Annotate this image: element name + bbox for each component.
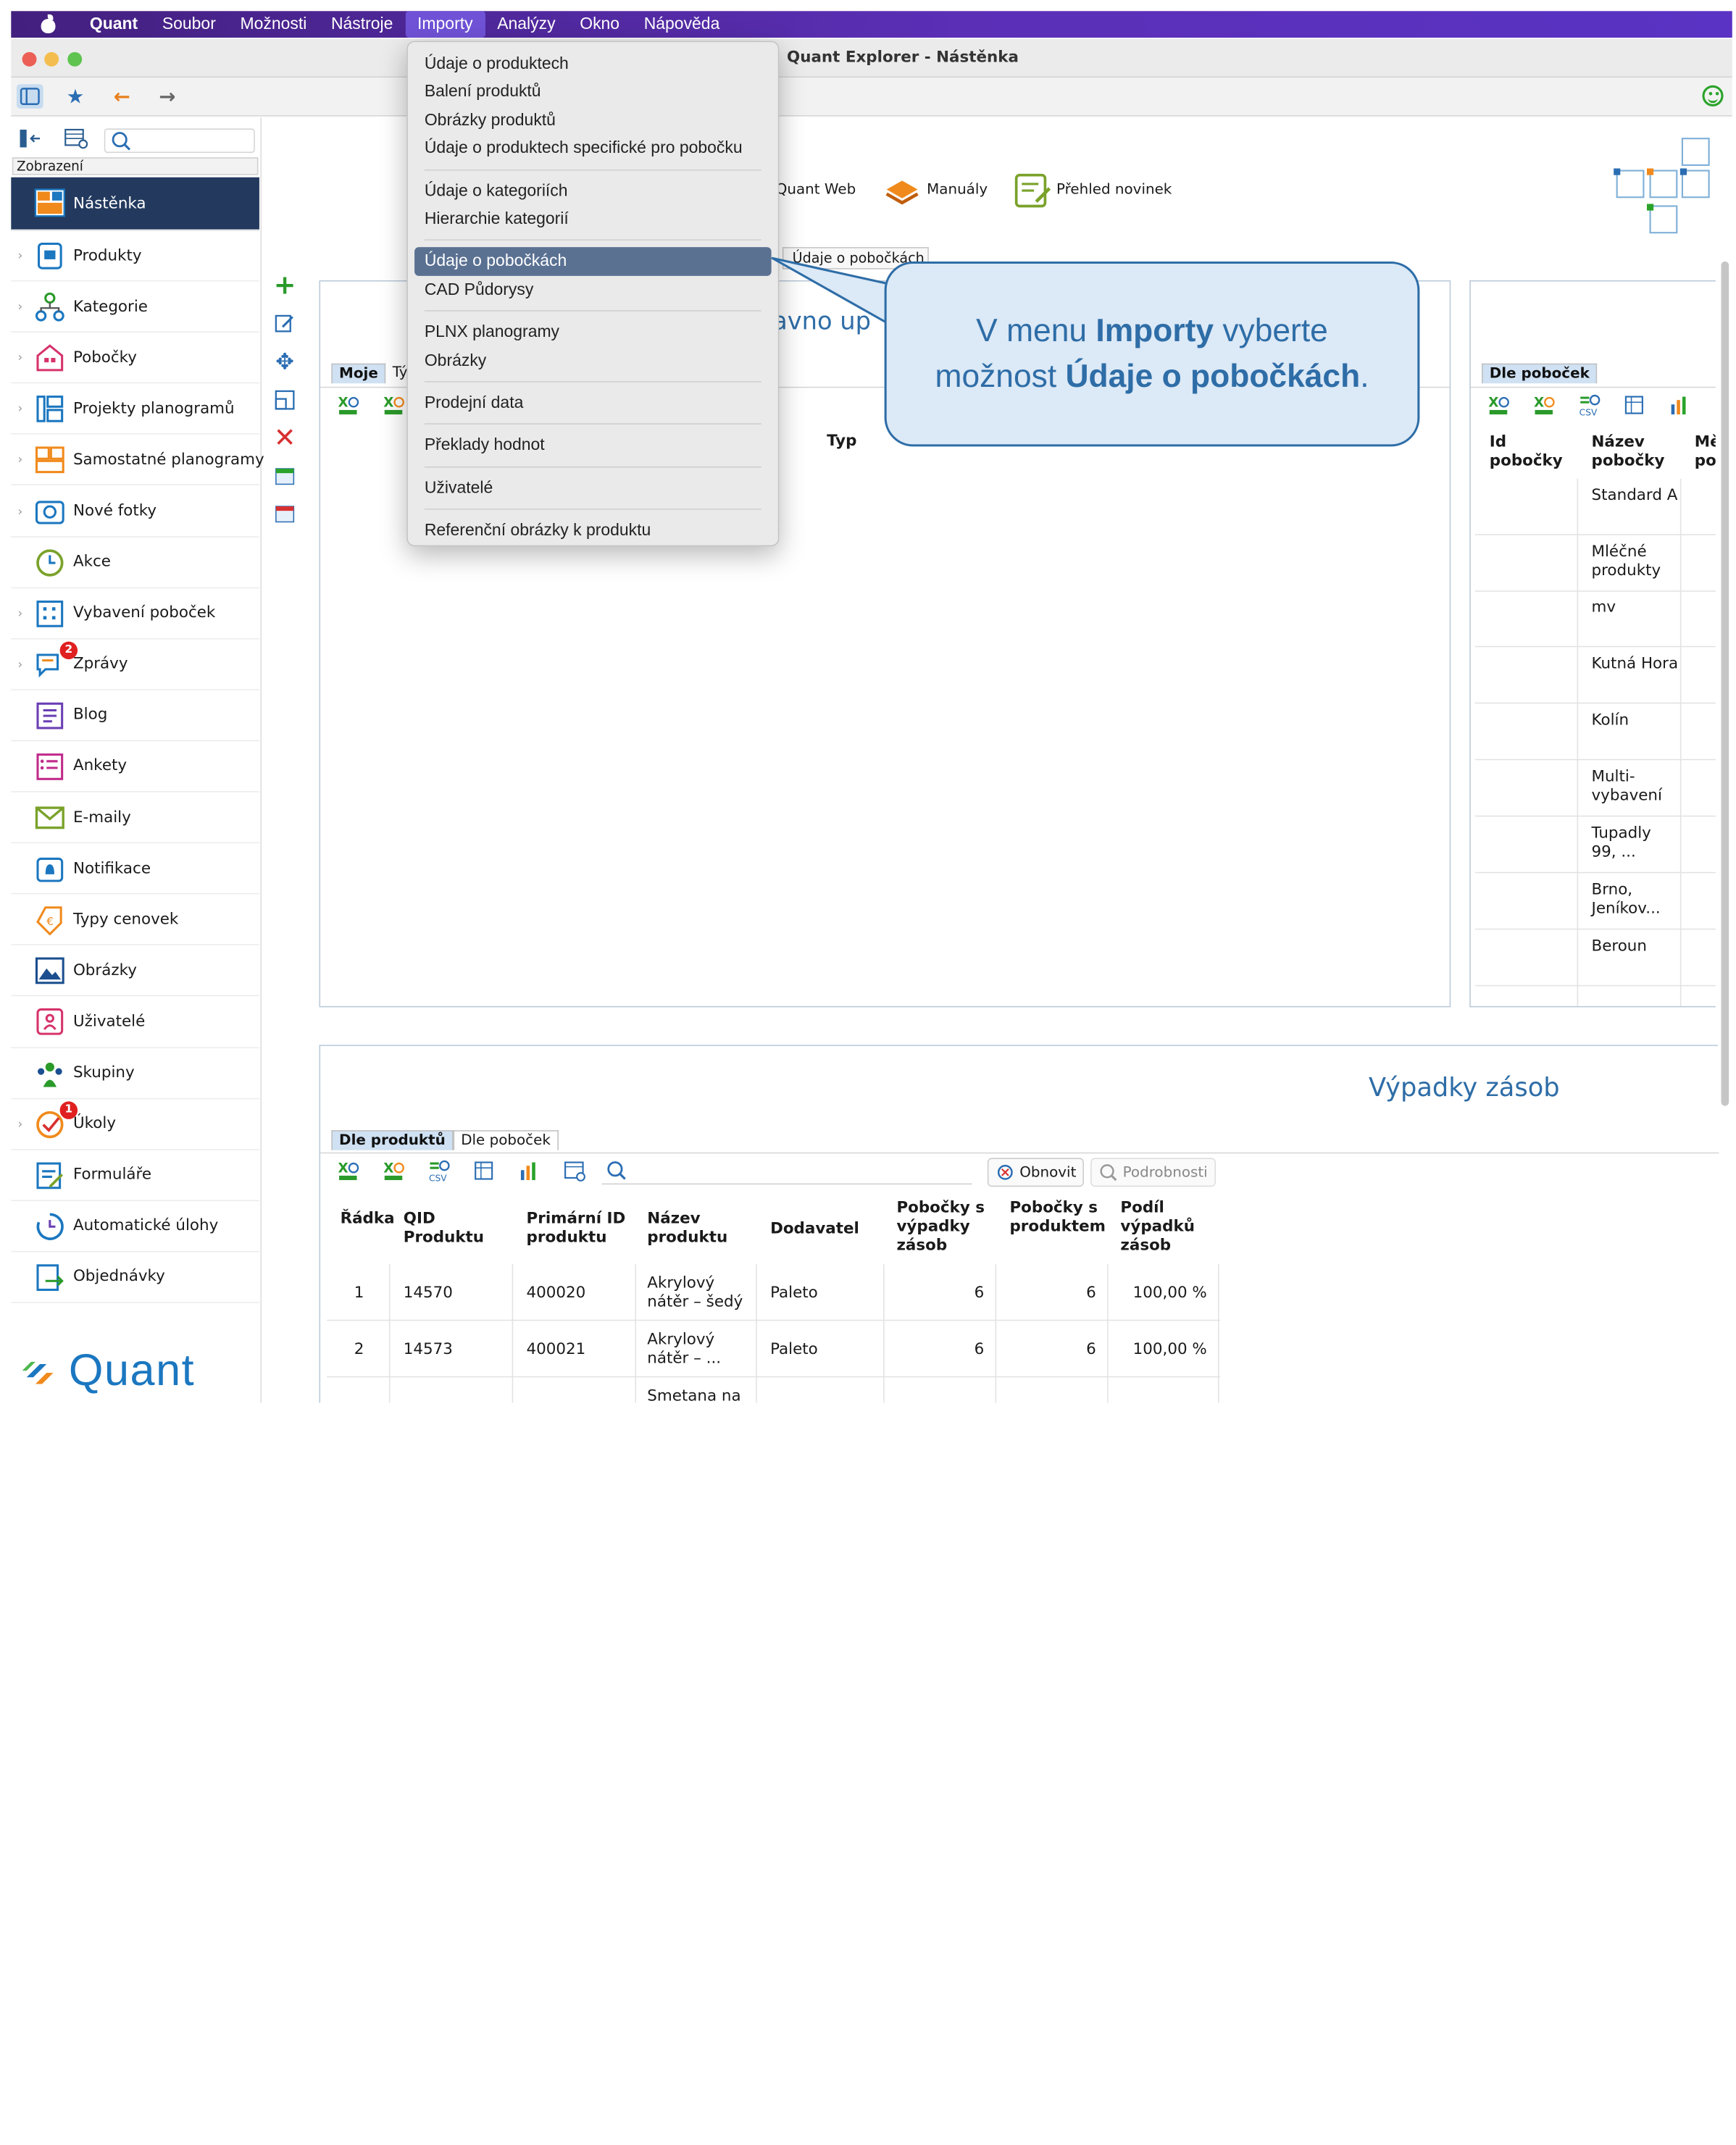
callout-line-1: V menu Importy vyberte (976, 313, 1328, 349)
callout-pointer (771, 256, 899, 327)
instruction-callout: V menu Importy vyberte možnost Údaje o p… (884, 261, 1420, 447)
page-root: Quant Soubor Možnosti Nástroje Importy A… (0, 0, 1736, 2145)
screen: Quant Soubor Možnosti Nástroje Importy A… (0, 0, 1736, 1403)
callout-line-2: možnost Údaje o pobočkách. (935, 358, 1369, 394)
